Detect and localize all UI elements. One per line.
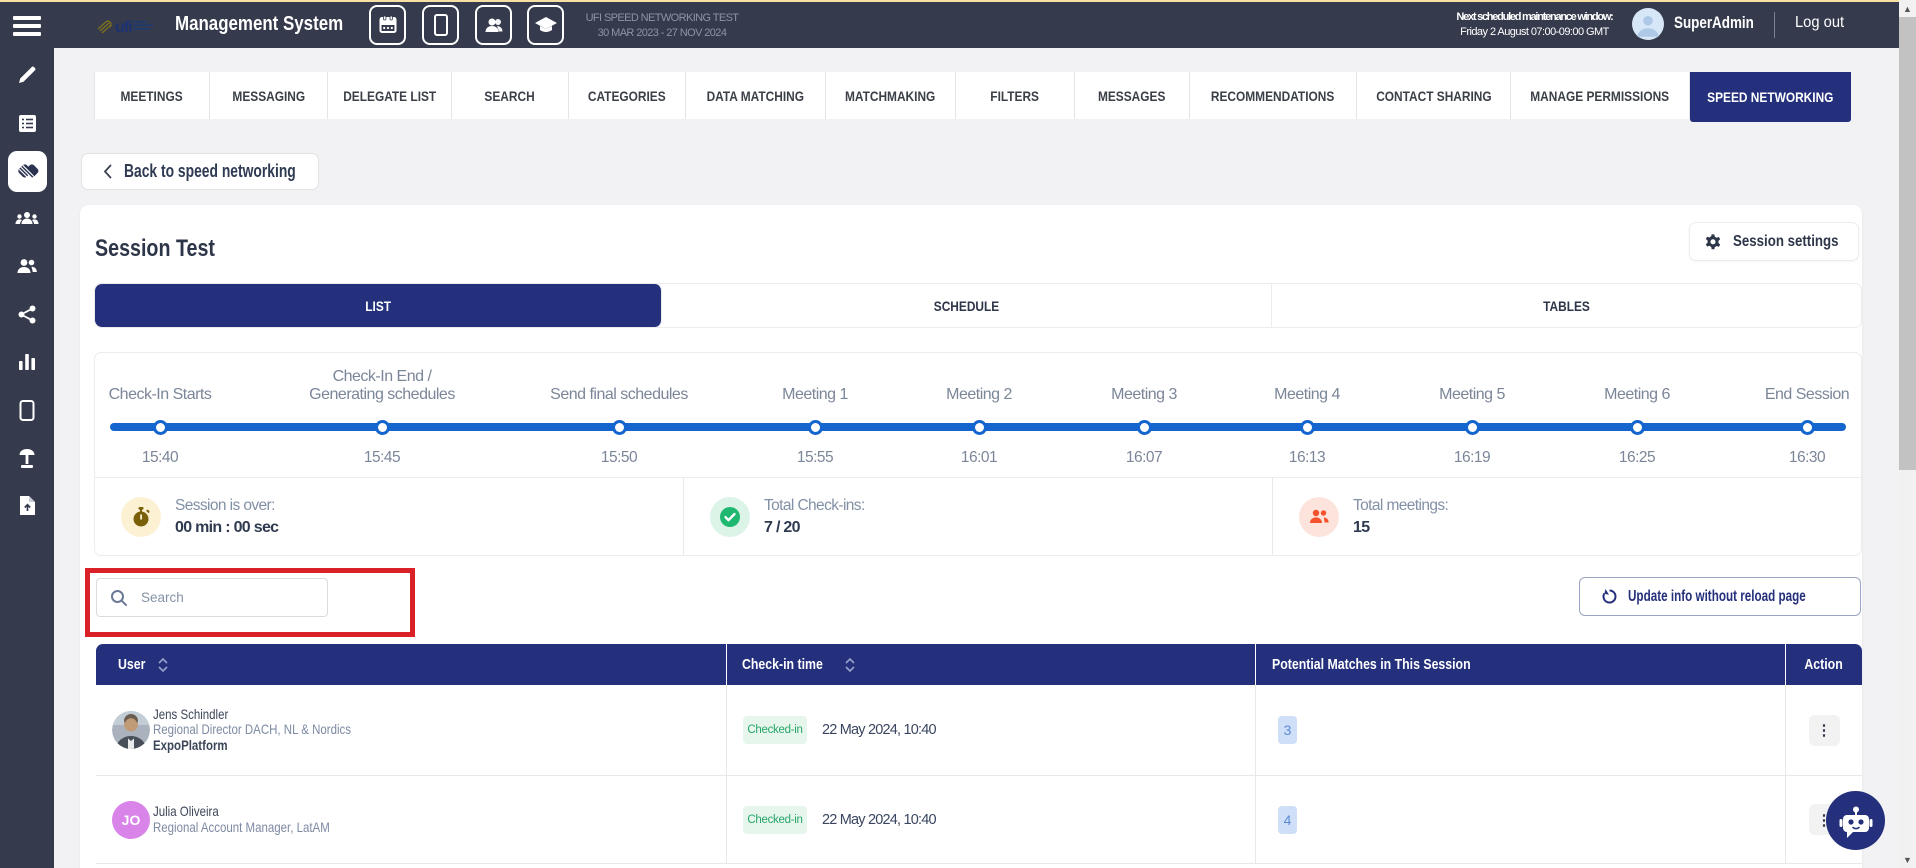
- svg-text:ufi: ufi: [115, 19, 132, 36]
